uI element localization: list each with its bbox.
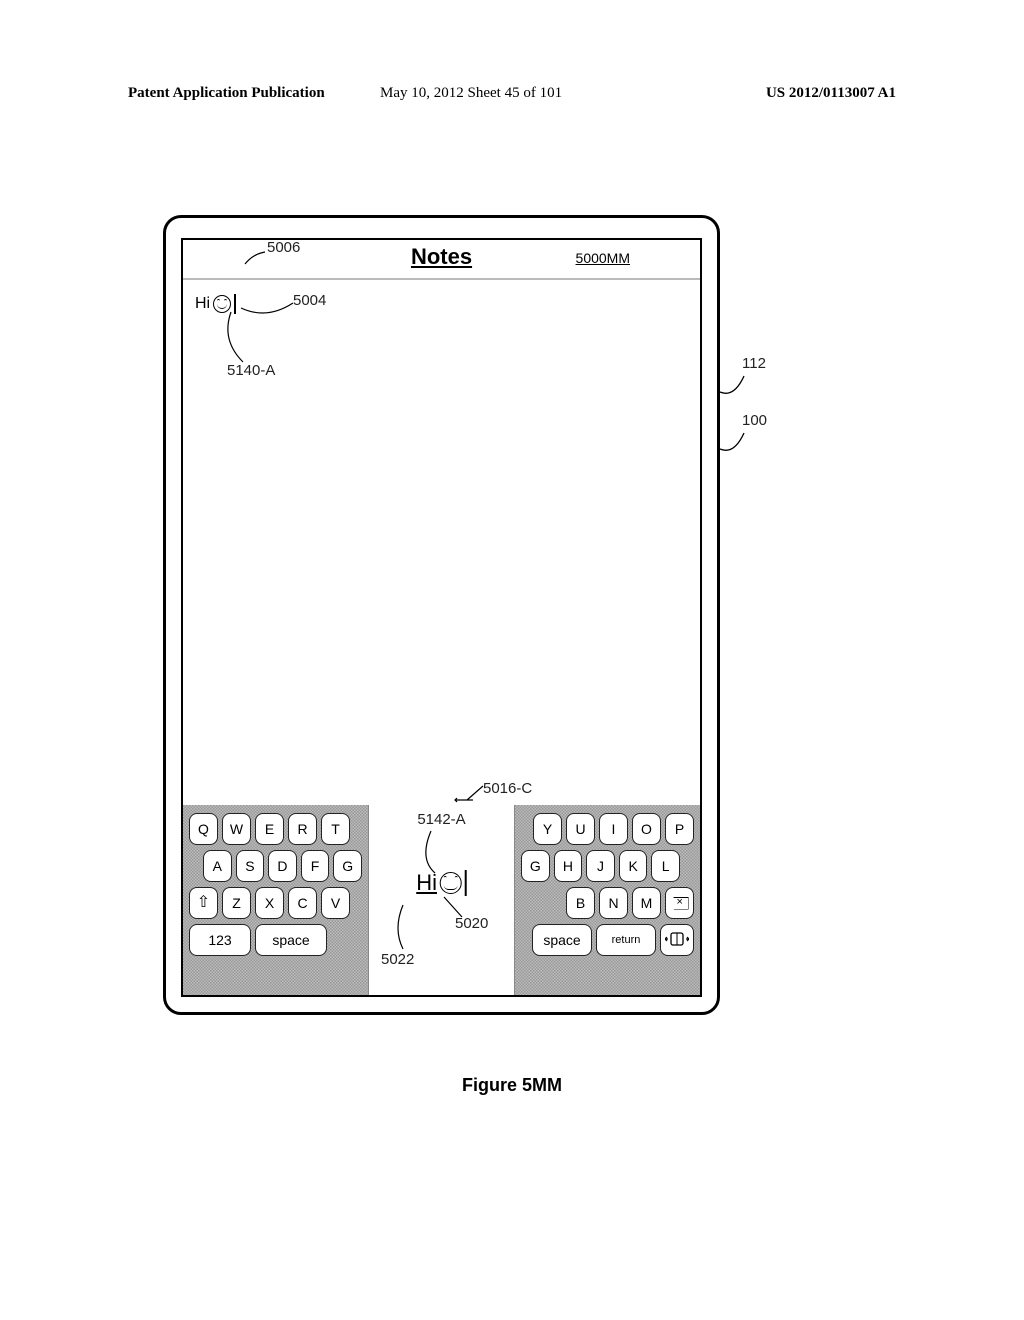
keyboard-merge-icon: [665, 930, 689, 951]
key-z[interactable]: Z: [222, 887, 251, 919]
keyboard-left-half: Q W E R T A S D F G ⇧ Z X C: [183, 805, 368, 995]
key-h[interactable]: H: [554, 850, 583, 882]
screen: Notes 5000MM 5006 Hi 5004 5140-A: [181, 238, 702, 997]
key-space-right[interactable]: space: [532, 924, 592, 956]
key-n[interactable]: N: [599, 887, 628, 919]
header-right: US 2012/0113007 A1: [766, 85, 896, 102]
center-preview-text: Hi: [416, 870, 437, 896]
lead-5140A: [225, 312, 265, 371]
device-frame: Notes 5000MM 5006 Hi 5004 5140-A: [163, 215, 720, 1015]
key-r[interactable]: R: [288, 813, 317, 845]
key-s[interactable]: S: [236, 850, 265, 882]
key-return[interactable]: return: [596, 924, 656, 956]
key-shift[interactable]: ⇧: [189, 887, 218, 919]
key-keyboard-merge[interactable]: [660, 924, 694, 956]
lead-5020: [444, 897, 470, 928]
app-title: Notes: [411, 244, 472, 270]
key-space-left[interactable]: space: [255, 924, 327, 956]
key-g2[interactable]: G: [521, 850, 550, 882]
ref-5004: 5004: [293, 292, 326, 309]
center-cursor: [465, 870, 467, 896]
text-cursor: [234, 294, 236, 314]
lead-112: [720, 370, 760, 405]
key-q[interactable]: Q: [189, 813, 218, 845]
key-b[interactable]: B: [566, 887, 595, 919]
shift-icon: ⇧: [197, 895, 210, 911]
key-f[interactable]: F: [301, 850, 330, 882]
key-o[interactable]: O: [632, 813, 661, 845]
keyboard-right-half: Y U I O P G H J K L B N M: [515, 805, 700, 995]
key-y[interactable]: Y: [533, 813, 562, 845]
key-m[interactable]: M: [632, 887, 661, 919]
lead-100: [720, 427, 760, 462]
key-v[interactable]: V: [321, 887, 350, 919]
key-g[interactable]: G: [333, 850, 362, 882]
key-a[interactable]: A: [203, 850, 232, 882]
delete-icon: [671, 897, 689, 910]
key-e[interactable]: E: [255, 813, 284, 845]
key-x[interactable]: X: [255, 887, 284, 919]
lead-5016C: [455, 784, 489, 807]
key-delete[interactable]: [665, 887, 694, 919]
header-left: Patent Application Publication: [128, 85, 325, 102]
key-p[interactable]: P: [665, 813, 694, 845]
key-t[interactable]: T: [321, 813, 350, 845]
key-k[interactable]: K: [619, 850, 648, 882]
split-keyboard: Q W E R T A S D F G ⇧ Z X C: [183, 805, 700, 995]
ref-5016C: 5016-C: [483, 780, 532, 797]
keyboard-center-gap[interactable]: 5142-A Hi 5020 5022: [368, 805, 515, 995]
note-content-area[interactable]: Hi 5004 5140-A: [183, 282, 700, 805]
emoji-icon: [213, 295, 231, 313]
key-w[interactable]: W: [222, 813, 251, 845]
header-center: May 10, 2012 Sheet 45 of 101: [380, 85, 562, 102]
key-i[interactable]: I: [599, 813, 628, 845]
figure-id: 5000MM: [576, 250, 630, 266]
typed-text-value: Hi: [195, 295, 210, 313]
ref-5142A: 5142-A: [417, 811, 465, 828]
key-l[interactable]: L: [651, 850, 680, 882]
center-emoji-icon: [440, 872, 462, 894]
key-d[interactable]: D: [268, 850, 297, 882]
key-mode-123[interactable]: 123: [189, 924, 251, 956]
figure-caption: Figure 5MM: [462, 1075, 562, 1096]
key-u[interactable]: U: [566, 813, 595, 845]
key-j[interactable]: J: [586, 850, 615, 882]
center-duplicate-preview: Hi: [416, 870, 467, 896]
lead-5006: [245, 250, 273, 275]
lead-5022: [395, 905, 421, 958]
key-c[interactable]: C: [288, 887, 317, 919]
typed-text: Hi: [195, 294, 236, 314]
